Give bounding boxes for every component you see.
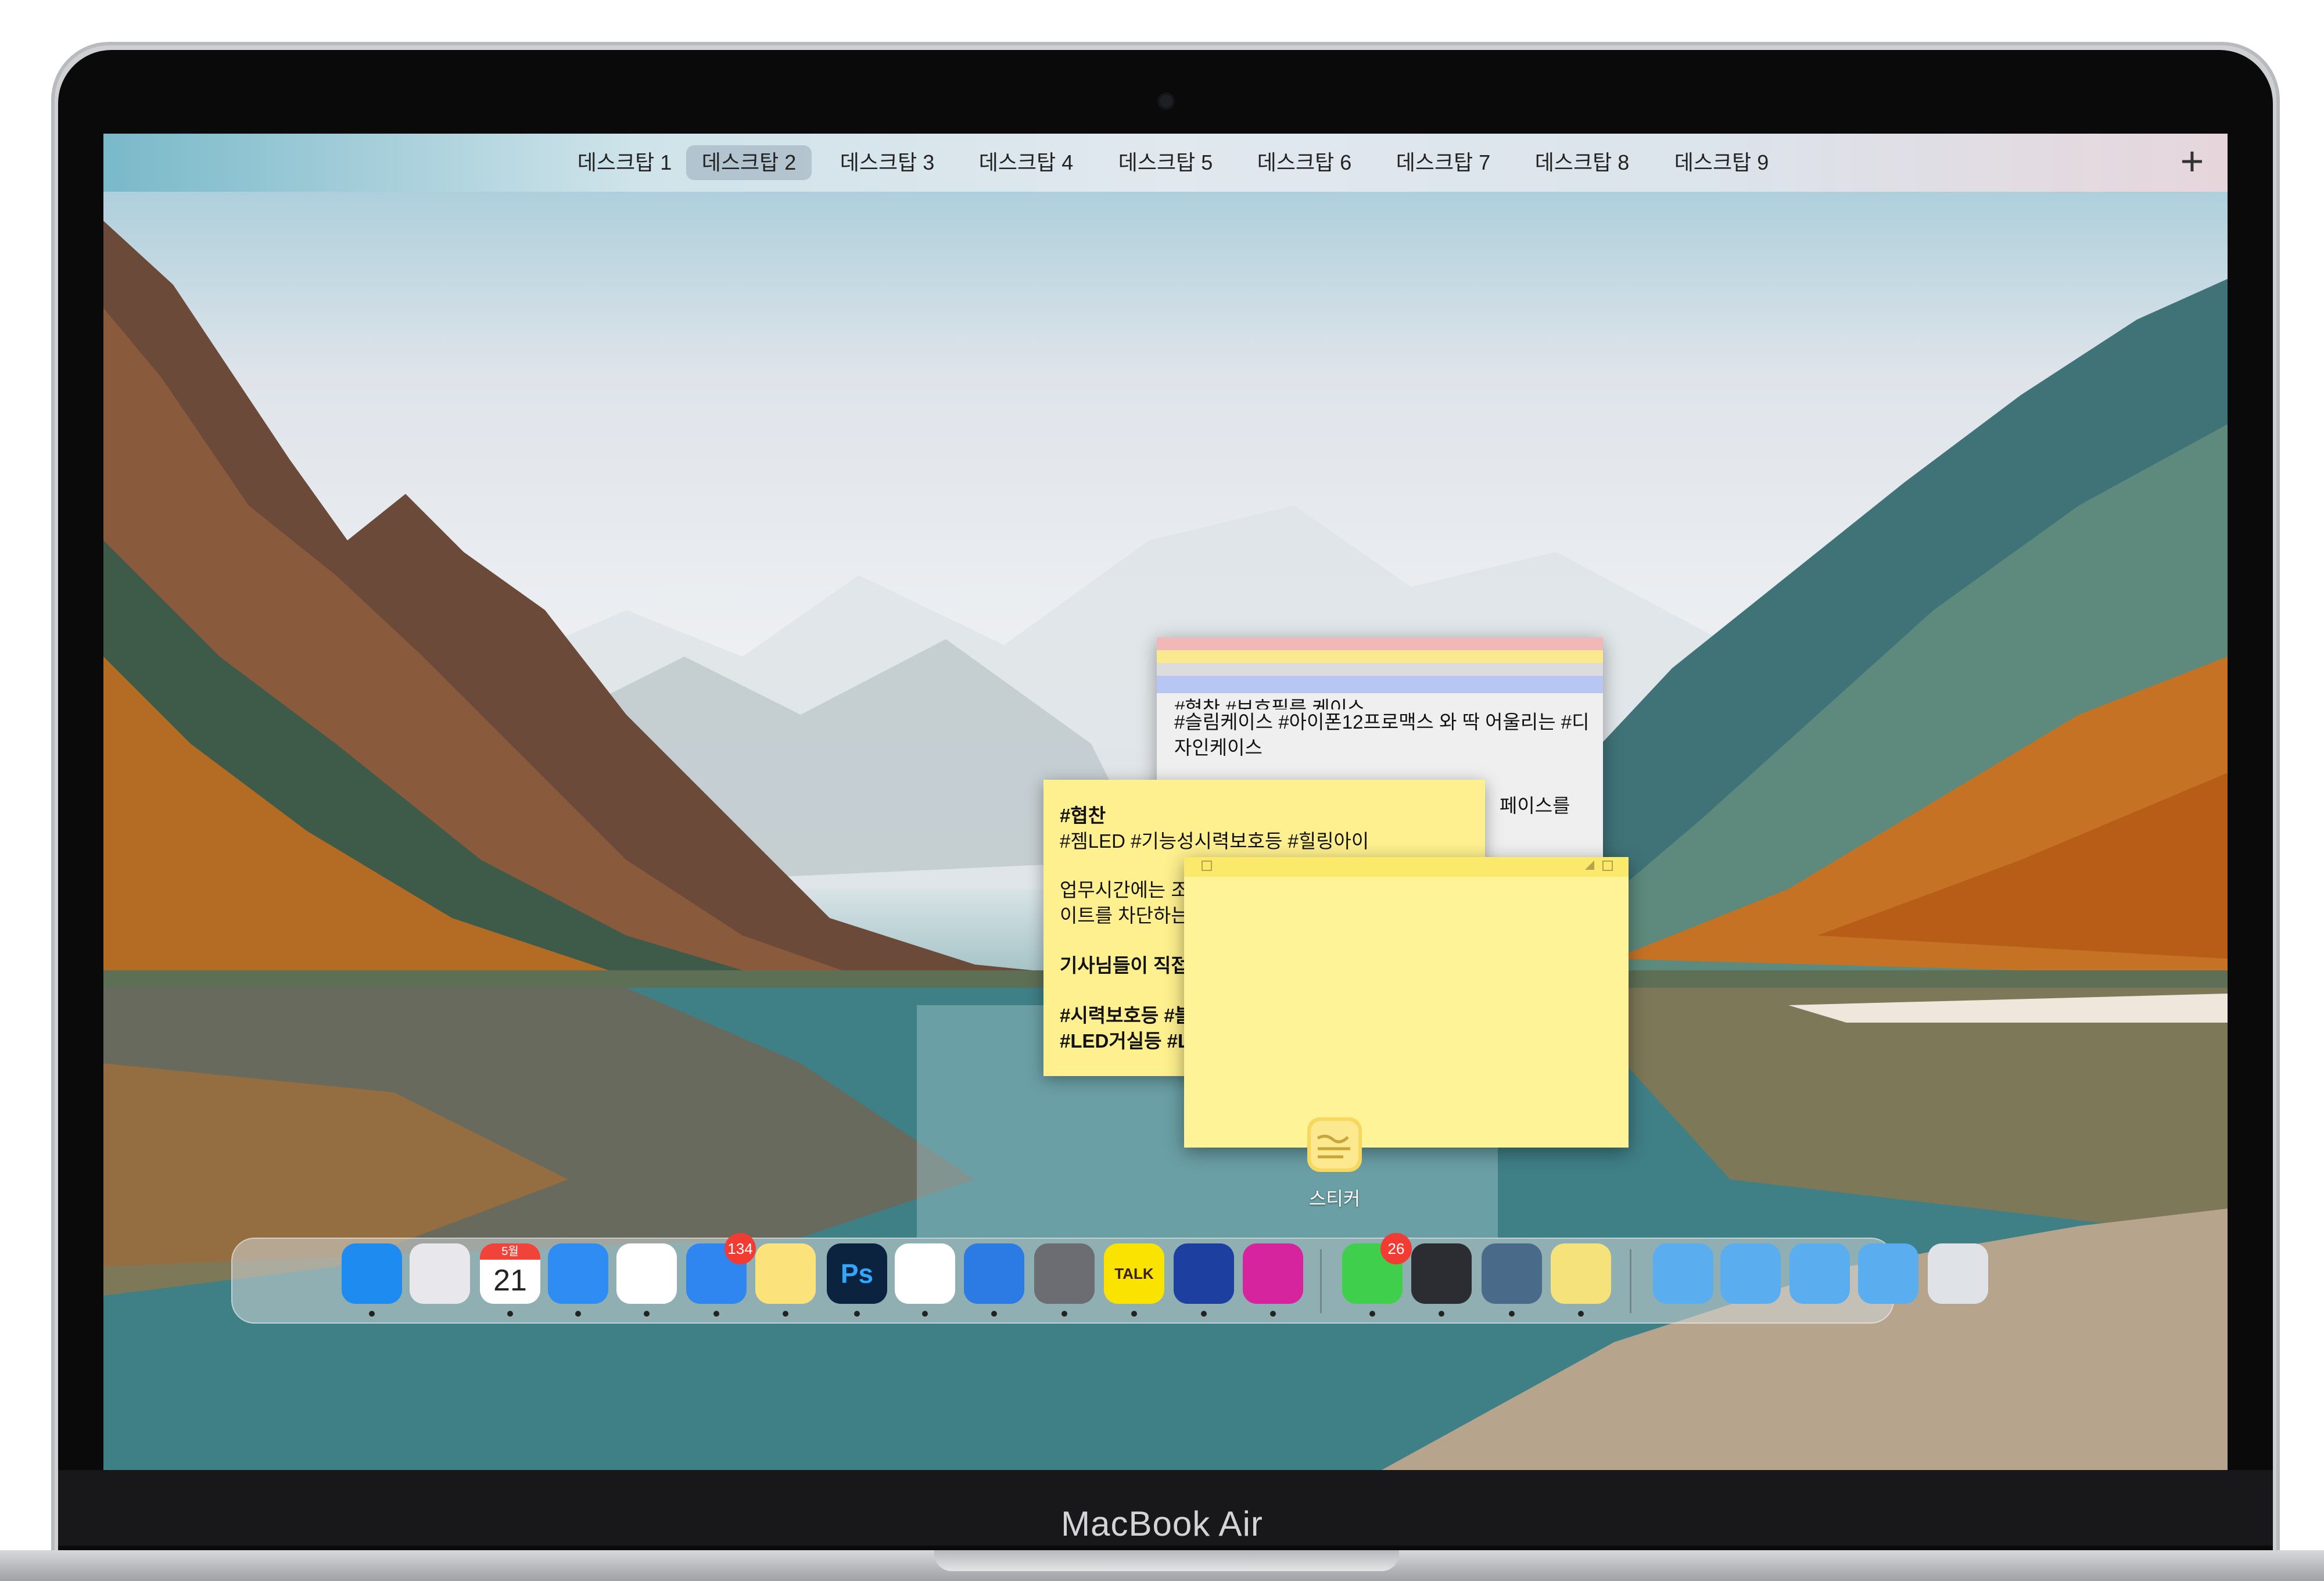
note-tags: #젬LED #기능성시력보호등 #힐링아이 [1060, 830, 1369, 852]
photoshop-label: Ps [840, 1259, 874, 1289]
calendar-month: 5월 [480, 1243, 540, 1260]
tab-desktop-4[interactable]: 데스크탑 4 [963, 145, 1089, 180]
finder-icon[interactable] [342, 1243, 402, 1304]
mail-icon[interactable]: 134 [686, 1233, 756, 1304]
running-indicator [644, 1311, 650, 1317]
messages-icon[interactable]: 26 [1342, 1233, 1412, 1304]
quicktime-icon[interactable] [1411, 1243, 1472, 1304]
running-indicator [1439, 1311, 1444, 1317]
trash-icon[interactable] [1928, 1243, 1988, 1304]
running-indicator [1201, 1311, 1207, 1317]
dock-separator [1630, 1249, 1631, 1313]
tasks-icon[interactable] [1174, 1243, 1234, 1304]
running-indicator [1131, 1311, 1137, 1317]
system-preferences-icon[interactable] [1034, 1243, 1095, 1304]
running-indicator [713, 1311, 719, 1317]
documents-folder-icon[interactable] [1720, 1243, 1781, 1304]
close-icon[interactable] [1202, 861, 1212, 871]
running-indicator [575, 1311, 581, 1317]
running-indicator [1578, 1311, 1584, 1317]
note-strip-gray [1157, 663, 1603, 676]
stickies-icon [1307, 1117, 1362, 1172]
stack-note-line: #슬림케이스 #아이폰12프로맥스 와 딱 어울리는 #디 [1174, 711, 1590, 733]
tab-desktop-5[interactable]: 데스크탑 5 [1103, 145, 1228, 180]
downloads-folder-icon[interactable] [1858, 1243, 1918, 1304]
folder-icon[interactable] [1789, 1243, 1850, 1304]
notification-badge: 134 [725, 1233, 756, 1264]
preview-icon[interactable] [1482, 1243, 1542, 1304]
stickies-app-icon[interactable] [1303, 1113, 1367, 1180]
photoshop-icon[interactable]: Ps [827, 1243, 887, 1304]
running-indicator [991, 1311, 997, 1317]
stickies-app-label: 스티커 [1308, 1188, 1361, 1209]
tab-desktop-2[interactable]: 데스크탑 2 [686, 145, 812, 180]
add-desktop-button[interactable]: + [2172, 141, 2212, 181]
tab-desktop-9[interactable]: 데스크탑 9 [1659, 145, 1784, 180]
keynote-icon[interactable] [964, 1243, 1024, 1304]
running-indicator [854, 1311, 860, 1317]
running-indicator [1061, 1311, 1067, 1317]
stack-note-line: 자인케이스 [1174, 737, 1263, 758]
note-title: #협찬 [1060, 805, 1106, 826]
running-indicator [507, 1311, 513, 1317]
collapse-icon[interactable] [1585, 861, 1594, 870]
running-indicator [783, 1311, 788, 1317]
zoom-icon[interactable] [1602, 861, 1613, 871]
running-indicator [369, 1311, 375, 1317]
calendar-icon[interactable]: 5월 21 [480, 1243, 540, 1304]
folder-icon[interactable] [1653, 1243, 1713, 1304]
kakaotalk-label: TALK [1114, 1265, 1154, 1282]
launchpad-icon[interactable] [410, 1243, 470, 1304]
notification-badge: 26 [1380, 1233, 1412, 1264]
tab-desktop-7[interactable]: 데스크탑 7 [1380, 145, 1506, 180]
notes-icon[interactable] [755, 1243, 816, 1304]
running-indicator [1509, 1311, 1515, 1317]
photos-icon[interactable] [616, 1243, 677, 1304]
tab-desktop-6[interactable]: 데스크탑 6 [1242, 145, 1367, 180]
running-indicator [1270, 1311, 1276, 1317]
laptop-brand-label: MacBook Air [1061, 1504, 1263, 1543]
dock-separator [1320, 1249, 1322, 1313]
stickies-icon[interactable] [1551, 1243, 1611, 1304]
instagram-icon[interactable] [1243, 1243, 1303, 1304]
tab-desktop-3[interactable]: 데스크탑 3 [824, 145, 950, 180]
note-strip-blue [1157, 676, 1603, 693]
safari-icon[interactable] [548, 1243, 608, 1304]
calendar-day: 21 [493, 1264, 527, 1297]
note-strip-pink [1157, 637, 1603, 650]
laptop-hinge-notch [934, 1550, 1399, 1571]
note-strip-yellow [1157, 650, 1603, 663]
kakaotalk-icon[interactable]: TALK [1104, 1243, 1164, 1304]
running-indicator [922, 1311, 928, 1317]
stack-note-line: #협찬 #보호필름 케이스 [1174, 697, 1365, 709]
chrome-icon[interactable] [895, 1243, 955, 1304]
note-titlebar[interactable] [1184, 857, 1629, 877]
camera-icon [1160, 95, 1172, 107]
spaces-bar: 데스크탑 1 데스크탑 2 데스크탑 3 데스크탑 4 데스크탑 5 데스크탑 … [103, 134, 2228, 192]
tab-desktop-1[interactable]: 데스크탑 1 [562, 145, 687, 180]
tab-desktop-8[interactable]: 데스크탑 8 [1519, 145, 1645, 180]
running-indicator [1369, 1311, 1375, 1317]
sticky-note-empty[interactable] [1184, 857, 1629, 1148]
